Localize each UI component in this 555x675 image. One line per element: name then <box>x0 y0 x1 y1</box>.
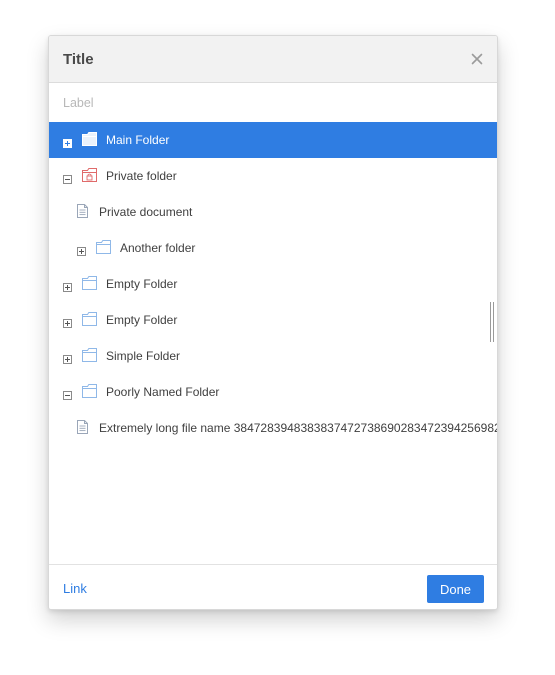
tree-item-label: Simple Folder <box>106 349 181 363</box>
tree-folder-item[interactable]: Private folder <box>49 158 497 194</box>
tree-item-label: Private document <box>99 205 193 219</box>
tree-folder-item[interactable]: Simple Folder <box>49 338 497 374</box>
collapse-toggle-icon[interactable] <box>63 171 72 184</box>
folder-icon <box>82 312 97 331</box>
tree-folder-item[interactable]: Empty Folder <box>49 266 497 302</box>
dialog-title: Title <box>63 51 94 68</box>
folder-icon <box>82 348 97 367</box>
tree-file-item[interactable]: Extremely long file name 384728394838383… <box>49 410 497 446</box>
tree-item-label: Private folder <box>106 169 177 183</box>
dialog: Title Label Main Folder Private folder Pri… <box>48 35 498 610</box>
expand-toggle-icon[interactable] <box>63 135 72 148</box>
close-button[interactable] <box>467 49 487 69</box>
scrollbar-thumb[interactable] <box>490 302 494 342</box>
dialog-footer: Link Done <box>49 564 497 609</box>
folder-icon <box>96 240 111 259</box>
expand-toggle-icon[interactable] <box>63 279 72 292</box>
footer-link[interactable]: Link <box>63 581 87 596</box>
tree-item-label: Empty Folder <box>106 277 178 291</box>
close-icon <box>471 53 483 65</box>
expand-toggle-icon[interactable] <box>63 315 72 328</box>
dialog-header: Title <box>49 36 497 83</box>
tree-folder-item[interactable]: Poorly Named Folder <box>49 374 497 410</box>
field-label: Label <box>63 96 94 110</box>
tree-item-label: Main Folder <box>106 133 170 147</box>
expand-toggle-icon[interactable] <box>63 351 72 364</box>
tree-item-label: Another folder <box>120 241 196 255</box>
folder-icon <box>82 384 97 403</box>
tree-item-label: Extremely long file name 384728394838383… <box>99 421 497 435</box>
done-button[interactable]: Done <box>427 575 484 603</box>
folder-tree: Main Folder Private folder Private documen… <box>49 122 497 564</box>
collapse-toggle-icon[interactable] <box>63 387 72 400</box>
tree-folder-item[interactable]: Another folder <box>49 230 497 266</box>
folder-icon <box>82 132 97 151</box>
tree-item-label: Poorly Named Folder <box>106 385 220 399</box>
tree-folder-item[interactable]: Main Folder <box>49 122 497 158</box>
file-icon <box>77 420 88 439</box>
tree-file-item[interactable]: Private document <box>49 194 497 230</box>
folder-icon <box>82 276 97 295</box>
tree-item-label: Empty Folder <box>106 313 178 327</box>
file-icon <box>77 204 88 223</box>
label-row: Label <box>49 84 497 121</box>
locked-folder-icon <box>82 168 97 187</box>
expand-toggle-icon[interactable] <box>77 243 86 256</box>
tree-folder-item[interactable]: Empty Folder <box>49 302 497 338</box>
